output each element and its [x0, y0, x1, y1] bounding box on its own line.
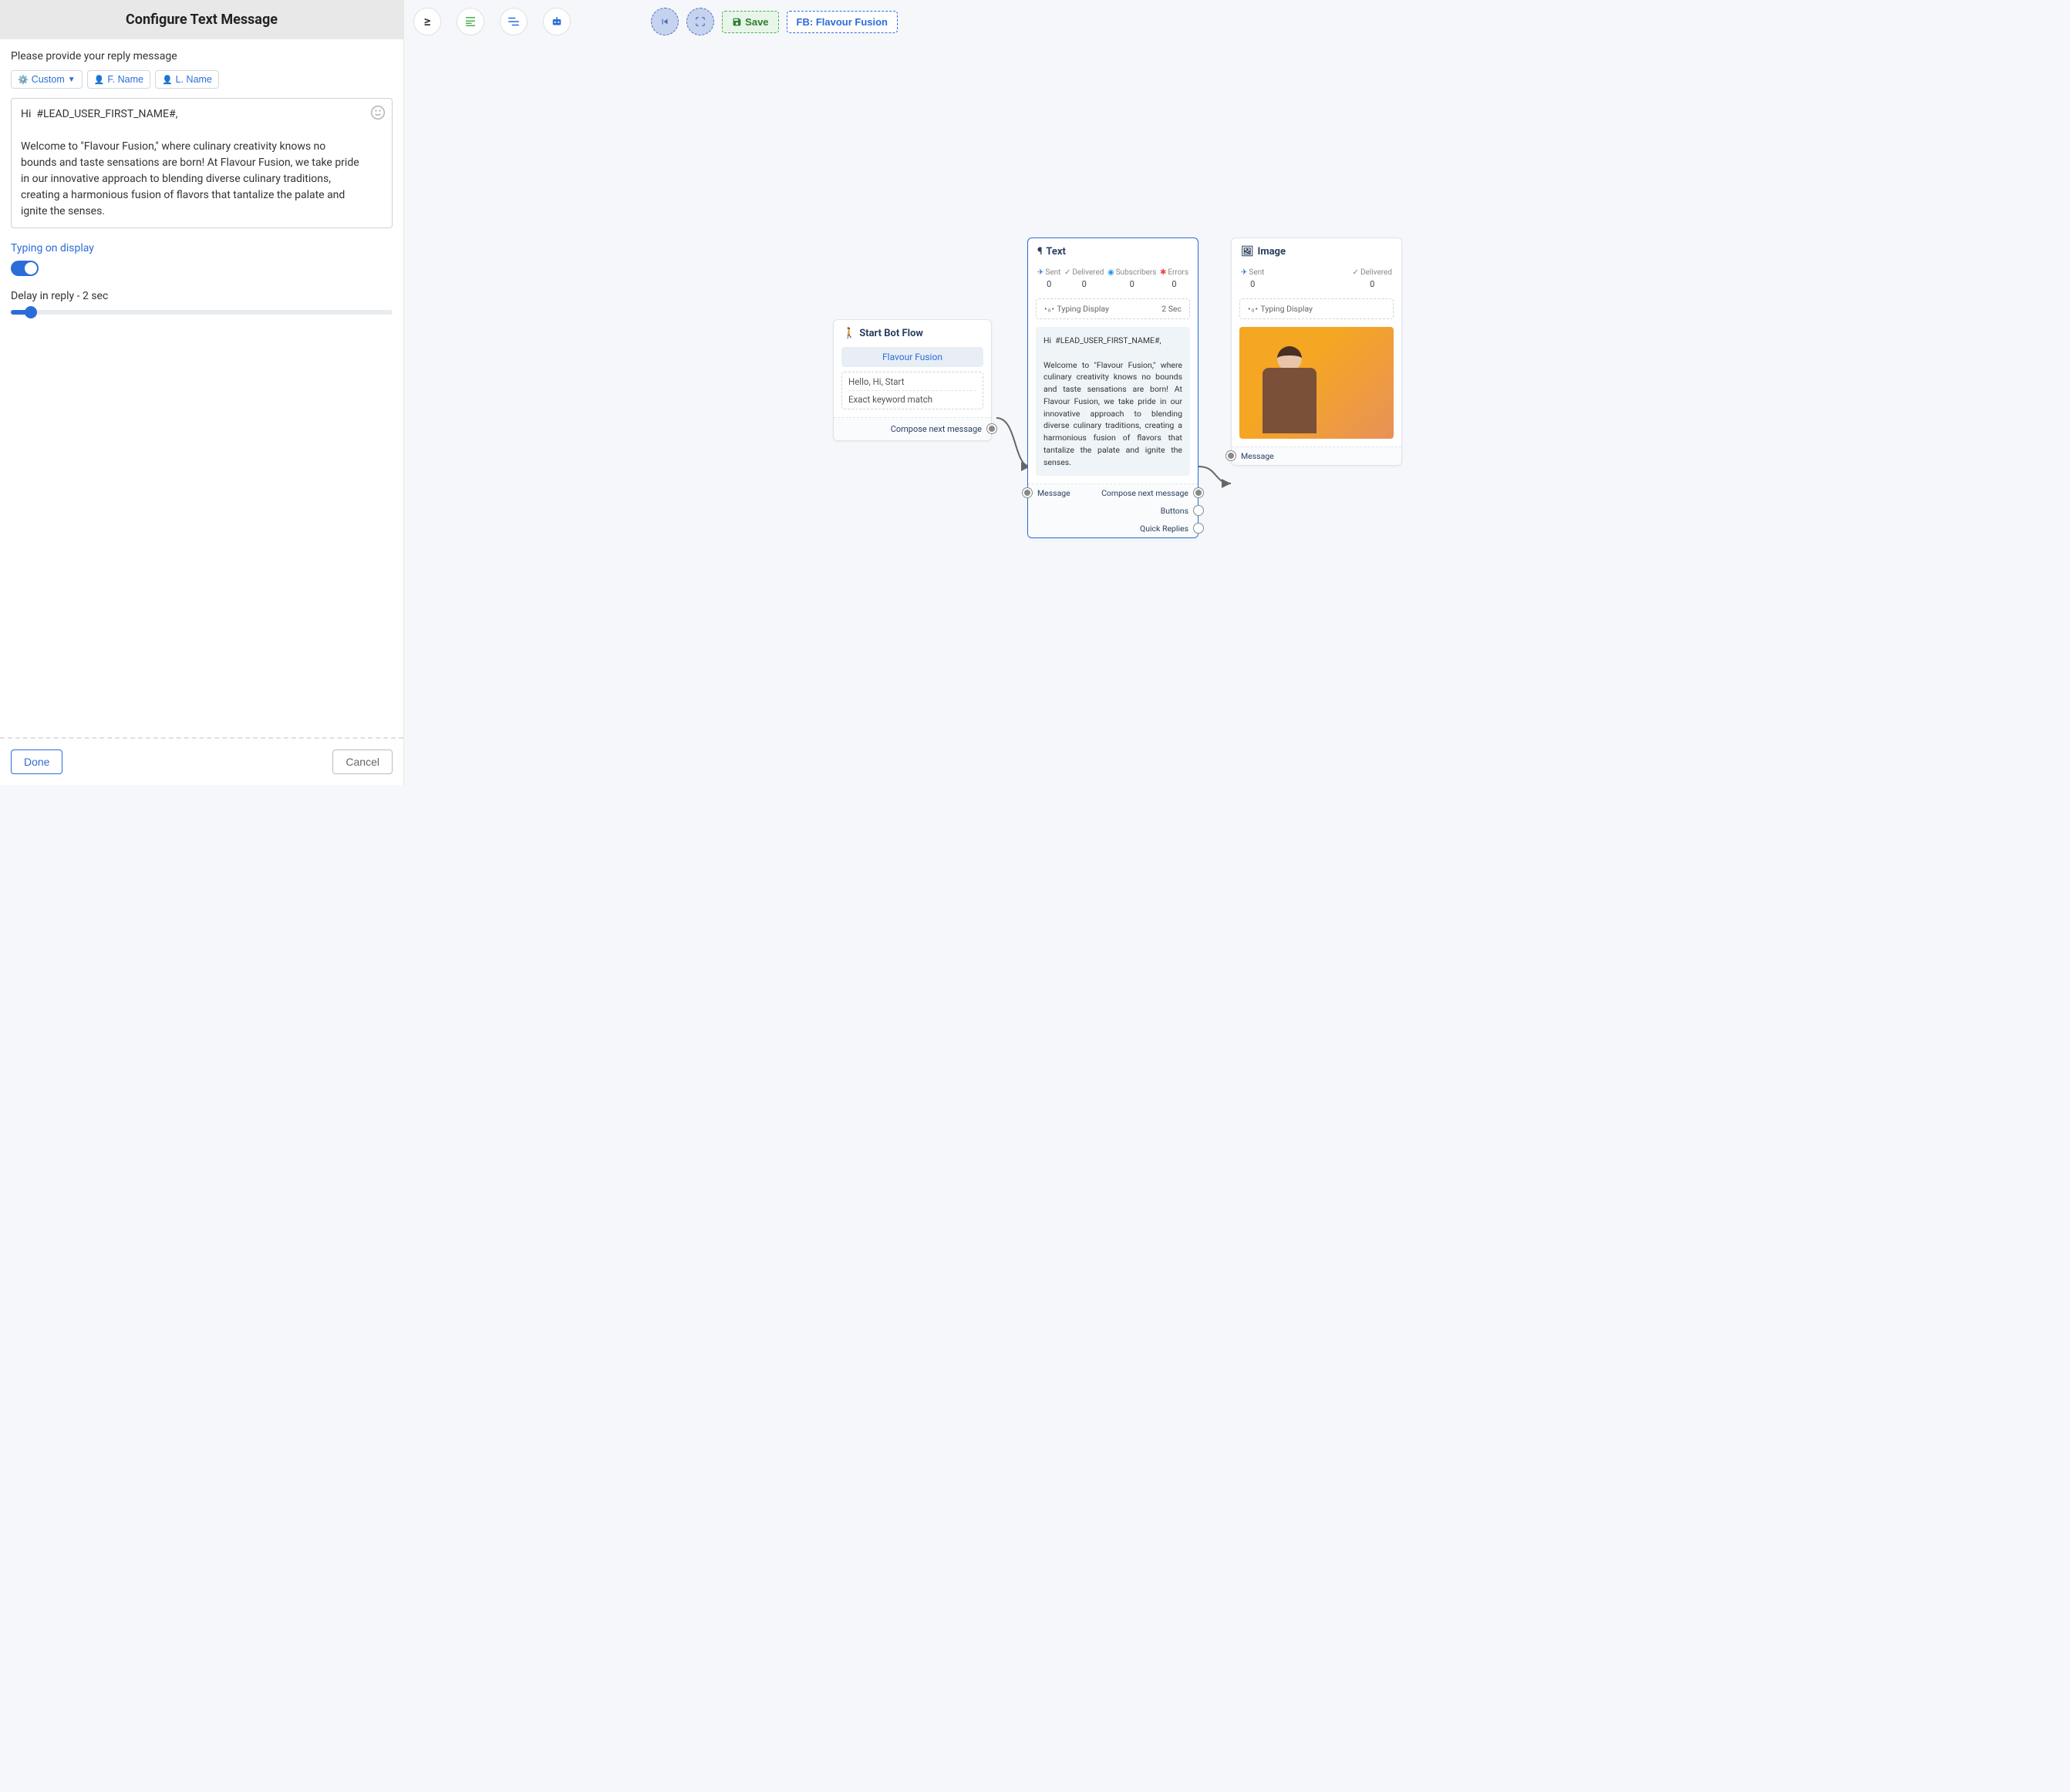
fit-view-button[interactable] — [686, 8, 714, 35]
errors-value: 0 — [1160, 279, 1188, 289]
done-button[interactable]: Done — [11, 749, 62, 774]
output-port-buttons[interactable] — [1194, 506, 1203, 515]
image-node[interactable]: 🖼 Image ✈Sent 0 ✓Delivered 0 •ₒ• Typing … — [1231, 237, 1402, 466]
image-icon: 🖼 — [1241, 246, 1254, 258]
output-port[interactable] — [987, 424, 996, 433]
delivered-icon: ✓ — [1064, 268, 1070, 277]
person-icon — [94, 74, 105, 85]
subscribers-icon: ◉ — [1107, 268, 1114, 277]
typing-on-display-label: Typing on display — [11, 242, 393, 254]
caret-down-icon: ▼ — [68, 76, 76, 84]
tool-button-2[interactable] — [457, 8, 484, 35]
input-port-message[interactable] — [1023, 488, 1032, 497]
keyword-box: Hello, Hi, Start Exact keyword match — [841, 372, 983, 409]
typing-dots-icon: •ₒ• — [1044, 304, 1055, 314]
sent-label: Sent — [1045, 268, 1060, 277]
link-compose-out: Compose next message — [1101, 488, 1188, 498]
subscribers-value: 0 — [1107, 279, 1156, 289]
skip-back-button[interactable] — [651, 8, 679, 35]
custom-token-button[interactable]: Custom ▼ — [11, 70, 83, 89]
image-node-links: Message — [1232, 446, 1401, 465]
panel-body: Please provide your reply message Custom… — [0, 39, 403, 737]
message-preview: Hi #LEAD_USER_FIRST_NAME#, Welcome to "F… — [1036, 327, 1190, 476]
sent-icon: ✈ — [1037, 268, 1043, 277]
save-label: Save — [745, 16, 768, 28]
img-link-message: Message — [1241, 451, 1274, 461]
output-port-compose[interactable] — [1194, 488, 1203, 497]
emoji-picker-button[interactable] — [370, 105, 386, 120]
fname-token-button[interactable]: F. Name — [87, 70, 150, 89]
toggle-knob — [25, 262, 37, 275]
panel-footer: Done Cancel — [0, 737, 403, 785]
img-typing-label: Typing Display — [1260, 304, 1313, 314]
delivered-label: Delivered — [1072, 268, 1104, 277]
delivered-icon: ✓ — [1353, 268, 1359, 277]
save-button[interactable]: Save — [722, 11, 778, 33]
compose-next-label: Compose next message — [891, 424, 982, 434]
text-node-title: Text — [1046, 246, 1066, 258]
image-stats-row: ✈Sent 0 ✓Delivered 0 — [1232, 265, 1401, 291]
img-input-port[interactable] — [1226, 451, 1236, 460]
reply-prompt: Please provide your reply message — [11, 50, 393, 62]
person-icon — [162, 74, 173, 85]
canvas-toolbar: ≥ Save FB: Flavour Fusion — [404, 8, 907, 35]
fname-label: F. Name — [107, 74, 143, 85]
lname-label: L. Name — [176, 74, 212, 85]
link-buttons: Buttons — [1161, 506, 1188, 516]
start-bot-flow-node[interactable]: 🚶 Start Bot Flow Flavour Fusion Hello, H… — [833, 319, 992, 441]
keywords-text: Hello, Hi, Start — [848, 376, 976, 391]
img-delivered-value: 0 — [1353, 279, 1392, 289]
subscribers-label: Subscribers — [1116, 268, 1157, 277]
bot-tool-button[interactable] — [543, 8, 571, 35]
slider-thumb[interactable] — [25, 306, 37, 318]
img-sent-label: Sent — [1249, 268, 1264, 277]
toggle-sidebar-button[interactable]: ≥ — [413, 8, 441, 35]
start-node-footer: Compose next message — [834, 417, 991, 440]
img-sent-value: 0 — [1241, 279, 1264, 289]
sent-icon: ✈ — [1241, 268, 1247, 277]
image-node-header: 🖼 Image — [1232, 238, 1401, 265]
lname-token-button[interactable]: L. Name — [155, 70, 219, 89]
flow-name-chip[interactable]: Flavour Fusion — [841, 347, 983, 367]
start-node-header: 🚶 Start Bot Flow — [834, 320, 991, 347]
message-wrapper: Hi #LEAD_USER_FIRST_NAME#, Welcome to "F… — [11, 98, 393, 228]
token-row: Custom ▼ F. Name L. Name — [11, 70, 393, 89]
delay-slider[interactable] — [11, 310, 393, 315]
image-node-title: Image — [1258, 246, 1286, 258]
text-node[interactable]: ¶ Text ✈Sent 0 ✓Delivered 0 ◉Subscribers… — [1027, 237, 1199, 538]
typing-time: 2 Sec — [1161, 304, 1182, 314]
panel-title: Configure Text Message — [0, 0, 403, 39]
errors-icon: ✱ — [1160, 268, 1166, 277]
match-type-text: Exact keyword match — [848, 394, 976, 405]
delivered-value: 0 — [1064, 279, 1104, 289]
cancel-button[interactable]: Cancel — [332, 749, 393, 774]
tool-button-3[interactable] — [500, 8, 528, 35]
typing-dots-icon: •ₒ• — [1248, 304, 1259, 314]
link-message-in: Message — [1037, 488, 1070, 498]
start-title: Start Bot Flow — [859, 328, 923, 339]
message-textarea[interactable]: Hi #LEAD_USER_FIRST_NAME#, Welcome to "F… — [12, 99, 392, 227]
configure-panel: Configure Text Message Please provide yo… — [0, 0, 404, 785]
output-port-quick[interactable] — [1194, 524, 1203, 533]
typing-display-chip: •ₒ• Typing Display 2 Sec — [1036, 298, 1190, 319]
paragraph-icon: ¶ — [1037, 246, 1042, 258]
walking-icon: 🚶 — [843, 328, 855, 339]
person-illustration — [1263, 346, 1317, 439]
errors-label: Errors — [1168, 268, 1188, 277]
image-preview — [1239, 327, 1394, 439]
img-delivered-label: Delivered — [1360, 268, 1392, 277]
stats-row: ✈Sent 0 ✓Delivered 0 ◉Subscribers 0 ✱Err… — [1028, 265, 1198, 291]
delay-label: Delay in reply - 2 sec — [11, 290, 393, 302]
account-button[interactable]: FB: Flavour Fusion — [787, 11, 898, 33]
gears-icon — [18, 74, 29, 85]
img-typing-chip: •ₒ• Typing Display — [1239, 298, 1394, 319]
typing-display-label: Typing Display — [1057, 304, 1109, 314]
typing-toggle[interactable] — [11, 261, 39, 276]
canvas[interactable]: ≥ Save FB: Flavour Fusion — [404, 0, 907, 785]
custom-label: Custom — [32, 74, 65, 85]
link-quick-replies: Quick Replies — [1140, 524, 1188, 534]
text-node-links: Message Compose next message Buttons Qui… — [1028, 483, 1198, 537]
sent-value: 0 — [1037, 279, 1060, 289]
text-node-header: ¶ Text — [1028, 238, 1198, 265]
